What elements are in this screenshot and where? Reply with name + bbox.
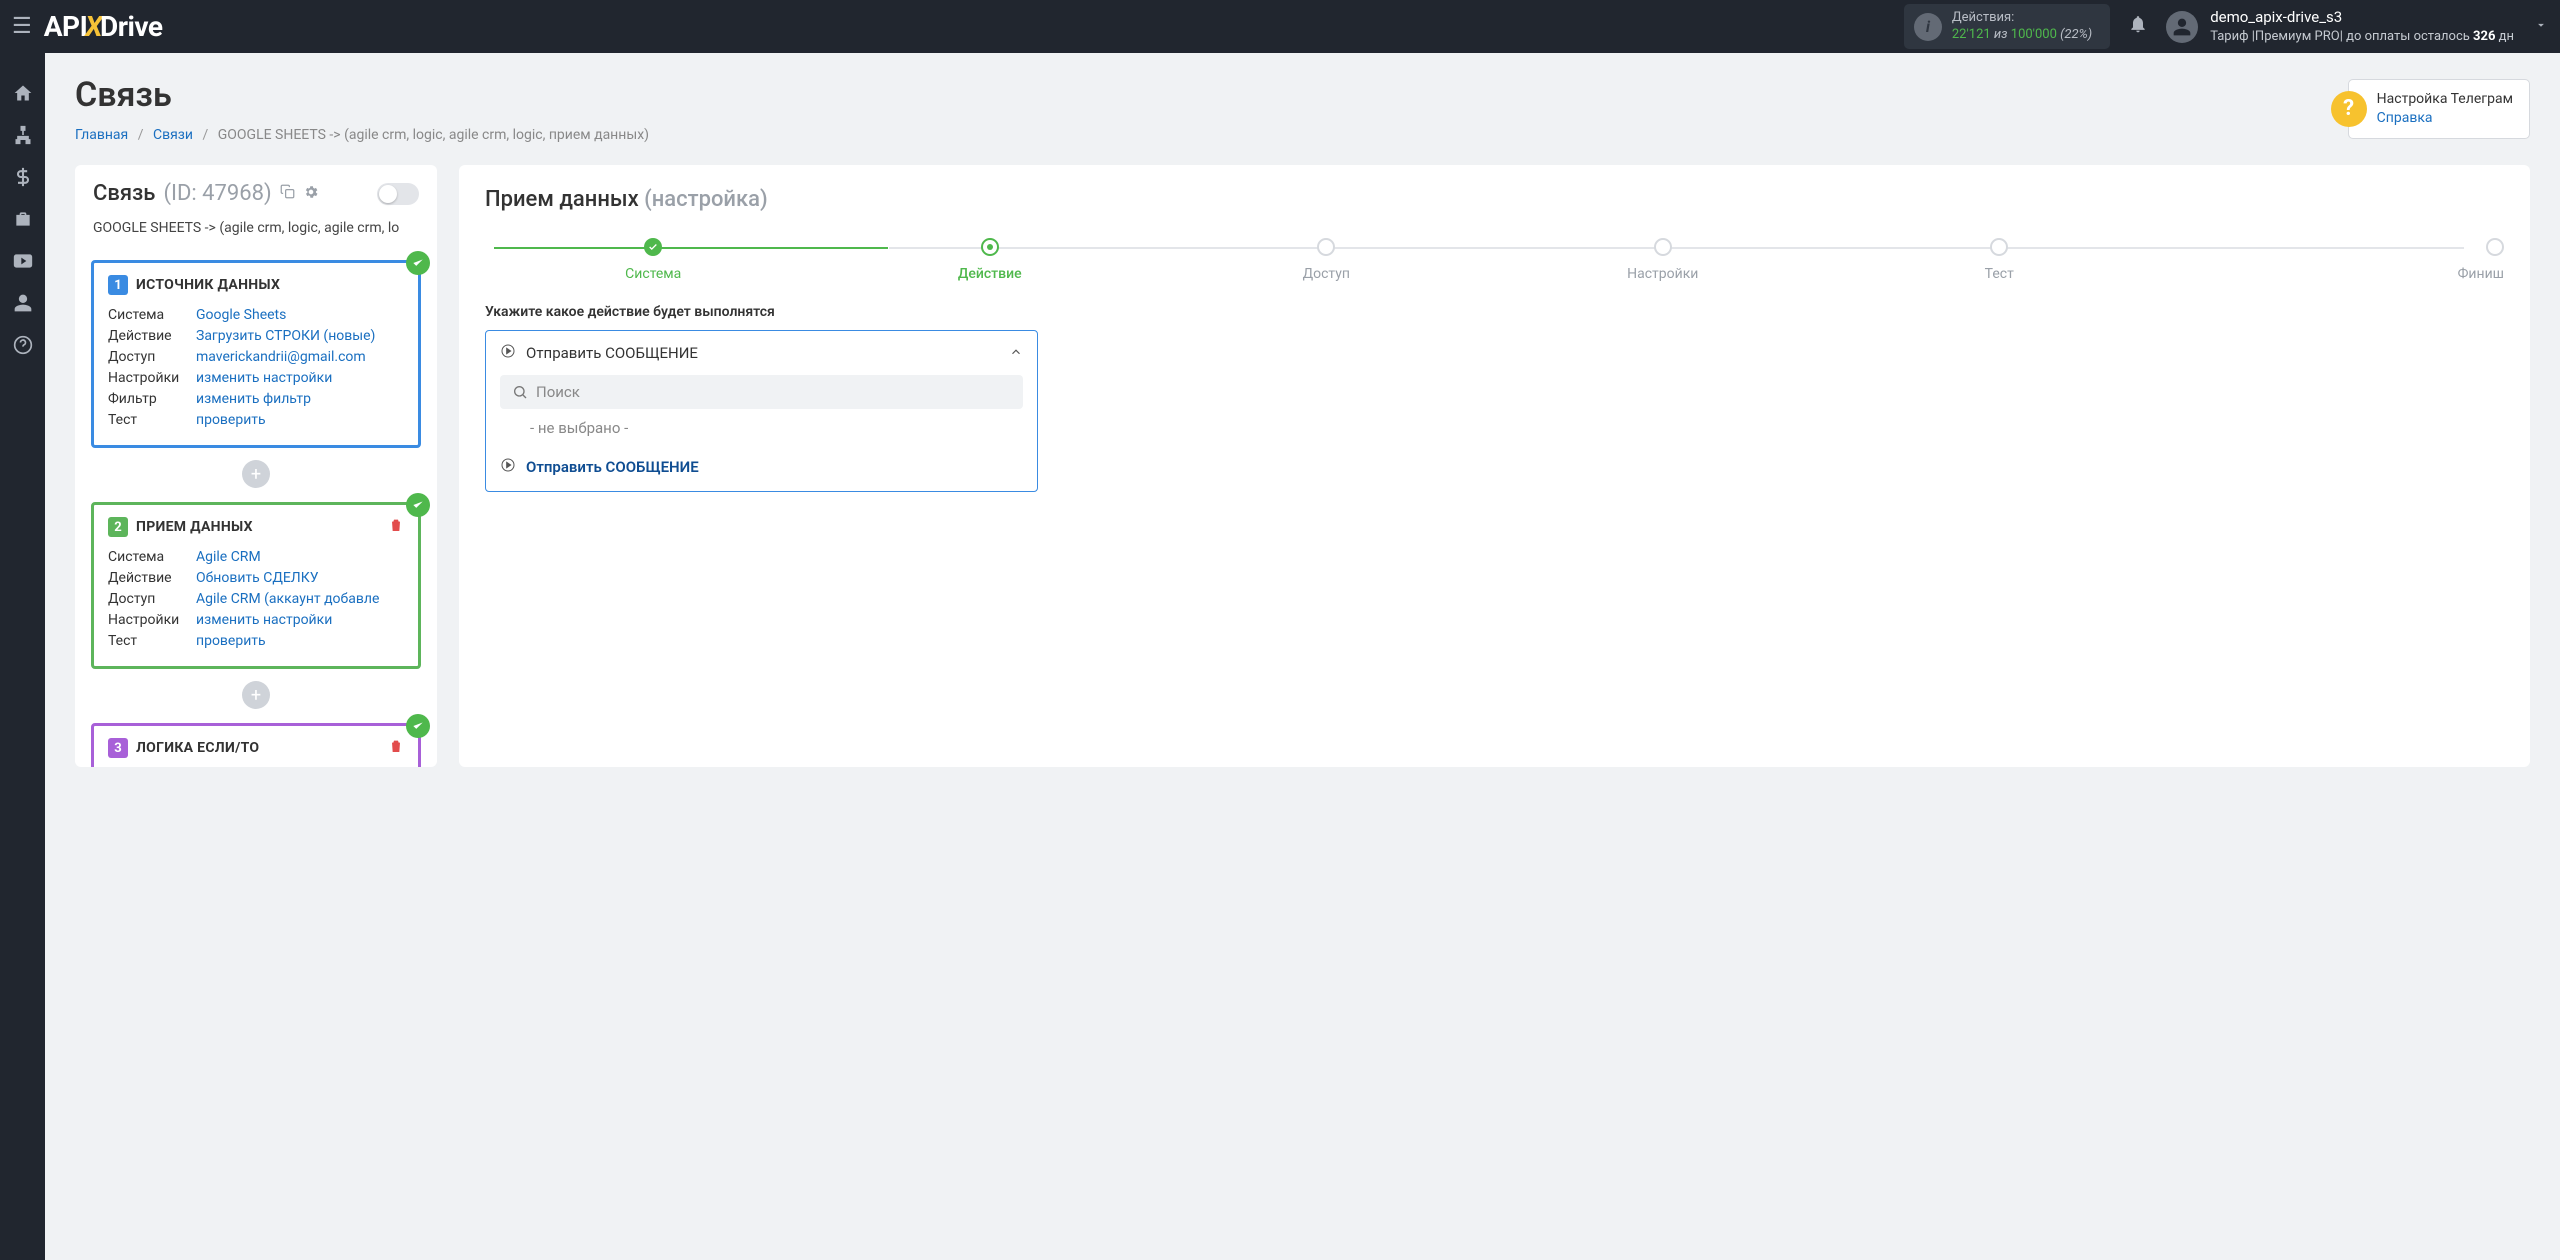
block-source: 1 ИСТОЧНИК ДАННЫХ СистемаGoogle Sheets Д… xyxy=(91,260,421,448)
conn-subtitle: GOOGLE SHEETS -> (agile crm, logic, agil… xyxy=(93,220,419,236)
step-finish[interactable]: Финиш xyxy=(2168,238,2505,282)
badge-2: 2 xyxy=(108,517,128,537)
play-icon xyxy=(500,343,516,363)
option-none[interactable]: - не выбрано - xyxy=(500,409,1023,437)
add-button[interactable]: + xyxy=(242,681,270,709)
stepper: Система Действие Доступ Настройки Тест Ф… xyxy=(485,238,2504,282)
conn-toggle[interactable] xyxy=(377,183,419,205)
crumb-links[interactable]: Связи xyxy=(153,127,193,143)
chevron-up-icon xyxy=(1009,344,1023,363)
search-icon xyxy=(512,384,528,400)
page-title: Связь xyxy=(75,75,2348,115)
help-box[interactable]: ? Настройка Телеграм Справка xyxy=(2348,79,2530,139)
sitemap-icon[interactable] xyxy=(13,125,33,149)
conn-title: Связь xyxy=(93,181,155,206)
step-system[interactable]: Система xyxy=(485,238,822,282)
check-icon xyxy=(406,493,430,517)
bell-icon[interactable] xyxy=(2128,14,2148,39)
step-settings[interactable]: Настройки xyxy=(1495,238,1832,282)
step-action[interactable]: Действие xyxy=(822,238,1159,282)
gear-icon[interactable] xyxy=(303,184,319,204)
help-icon[interactable] xyxy=(13,335,33,359)
action-select[interactable]: Отправить СООБЩЕНИЕ - не выбрано - xyxy=(485,330,1038,492)
user-icon[interactable] xyxy=(13,293,33,317)
crumb-current: GOOGLE SHEETS -> (agile crm, logic, agil… xyxy=(218,127,649,143)
actions-counter[interactable]: i Действия: 22'121 из 100'000 (22%) xyxy=(1904,4,2110,49)
check-icon xyxy=(406,714,430,738)
search-input[interactable] xyxy=(500,375,1023,409)
copy-icon[interactable] xyxy=(280,184,295,203)
trash-icon[interactable] xyxy=(388,517,404,537)
breadcrumb: Главная / Связи / GOOGLE SHEETS -> (agil… xyxy=(75,127,2348,143)
trash-icon[interactable] xyxy=(388,738,404,758)
youtube-icon[interactable] xyxy=(13,251,33,275)
help-link[interactable]: Справка xyxy=(2377,110,2433,126)
avatar-icon xyxy=(2166,11,2198,43)
logo[interactable]: APIXDrive xyxy=(44,10,163,43)
badge-1: 1 xyxy=(108,275,128,295)
block-dest: 2 ПРИЕМ ДАННЫХ СистемаAgile CRM Действие… xyxy=(91,502,421,669)
block-logic: 3 ЛОГИКА ЕСЛИ/ТО xyxy=(91,723,421,767)
info-icon: i xyxy=(1914,13,1942,41)
badge-3: 3 xyxy=(108,738,128,758)
question-icon: ? xyxy=(2331,91,2367,127)
check-icon xyxy=(406,251,430,275)
briefcase-icon[interactable] xyxy=(13,209,33,233)
username: demo_apix-drive_s3 xyxy=(2210,8,2514,27)
conn-id: (ID: 47968) xyxy=(163,181,271,206)
menu-icon[interactable]: ☰ xyxy=(12,14,32,39)
action-prompt: Укажите какое действие будет выполнятся xyxy=(485,304,2504,320)
option-send-message[interactable]: Отправить СООБЩЕНИЕ xyxy=(500,447,1023,477)
right-heading: Прием данных (настройка) xyxy=(485,187,2504,212)
home-icon[interactable] xyxy=(13,83,33,107)
dollar-icon[interactable] xyxy=(13,167,33,191)
step-test[interactable]: Тест xyxy=(1831,238,2168,282)
sidenav xyxy=(0,53,45,1260)
add-button[interactable]: + xyxy=(242,460,270,488)
topbar: ☰ APIXDrive i Действия: 22'121 из 100'00… xyxy=(0,0,2560,53)
crumb-home[interactable]: Главная xyxy=(75,127,128,143)
step-access[interactable]: Доступ xyxy=(1158,238,1495,282)
chevron-down-icon xyxy=(2534,18,2548,36)
user-menu[interactable]: demo_apix-drive_s3 Тариф |Премиум PRO| д… xyxy=(2166,8,2548,45)
